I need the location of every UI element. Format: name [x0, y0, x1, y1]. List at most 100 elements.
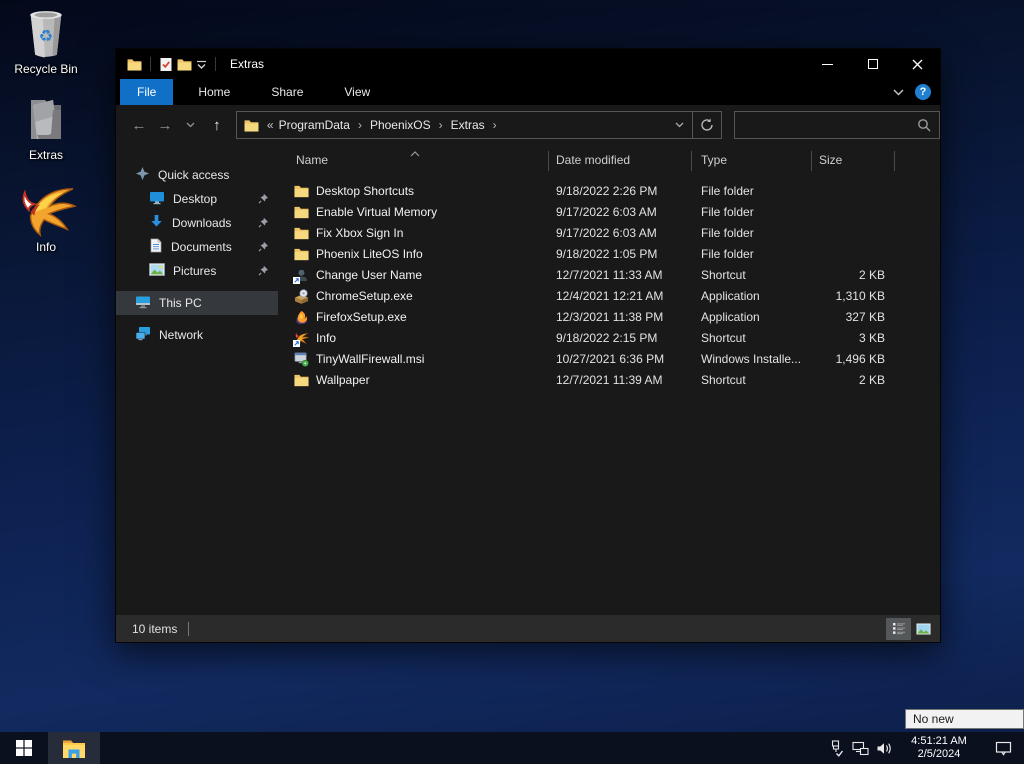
file-row[interactable]: Fix Xbox Sign In 9/17/2022 6:03 AM File …: [278, 223, 940, 244]
refresh-icon: [700, 118, 714, 132]
close-button[interactable]: [895, 49, 940, 79]
address-folder-icon: [244, 119, 259, 132]
tab-label: Share: [271, 85, 303, 99]
desktop-icon-extras[interactable]: Extras: [0, 94, 92, 162]
search-input[interactable]: [735, 118, 917, 132]
file-name: Change User Name: [316, 265, 544, 286]
breadcrumb-prefix[interactable]: «: [265, 118, 276, 132]
action-center-button[interactable]: [982, 732, 1024, 764]
address-dropdown-chevron-icon[interactable]: [666, 122, 692, 128]
refresh-button[interactable]: [693, 118, 721, 132]
file-row[interactable]: FirefoxSetup.exe 12/3/2021 11:38 PM Appl…: [278, 307, 940, 328]
column-header-date-modified[interactable]: Date modified: [556, 153, 630, 167]
column-divider[interactable]: [548, 151, 549, 171]
minimize-icon: [822, 64, 833, 65]
sidebar-item-documents[interactable]: Documents: [116, 235, 278, 259]
star-icon: [135, 166, 150, 184]
windows-logo-icon: [16, 740, 32, 756]
user-shortcut-icon: [294, 268, 309, 283]
file-row[interactable]: TinyWallFirewall.msi 10/27/2021 6:36 PM …: [278, 349, 940, 370]
file-row[interactable]: Change User Name 12/7/2021 11:33 AM Shor…: [278, 265, 940, 286]
tab-label: Home: [198, 85, 230, 99]
tab-label: File: [137, 85, 156, 99]
file-row[interactable]: Phoenix LiteOS Info 9/18/2022 1:05 PM Fi…: [278, 244, 940, 265]
desktop-icon: [149, 190, 165, 208]
sidebar-item-downloads[interactable]: Downloads: [116, 211, 278, 235]
pin-icon: [258, 241, 269, 255]
file-name: ChromeSetup.exe: [316, 286, 544, 307]
file-size: 2 KB: [811, 370, 885, 391]
file-size: 2 KB: [811, 265, 885, 286]
address-bar[interactable]: « ProgramData › PhoenixOS › Extras ›: [236, 111, 722, 139]
thumbnail-view-button[interactable]: [911, 618, 936, 640]
folder-icon: [294, 205, 309, 220]
maximize-button[interactable]: [850, 49, 895, 79]
sidebar-item-pictures[interactable]: Pictures: [116, 259, 278, 283]
breadcrumb-extras[interactable]: Extras: [448, 118, 488, 132]
details-view-button[interactable]: [886, 618, 911, 640]
search-icon[interactable]: [917, 118, 931, 132]
column-header-name[interactable]: Name: [296, 153, 328, 167]
sidebar-item-this-pc[interactable]: This PC: [116, 291, 278, 315]
tab-home[interactable]: Home: [181, 79, 247, 105]
sidebar-item-label: Quick access: [158, 168, 229, 182]
start-button[interactable]: [0, 732, 48, 764]
qat-customize-chevron-icon[interactable]: [196, 60, 207, 69]
forward-button[interactable]: →: [152, 112, 178, 138]
tab-view[interactable]: View: [327, 79, 387, 105]
ribbon-collapse-chevron-icon[interactable]: [893, 85, 904, 99]
folder-icon: [294, 184, 309, 199]
tab-file[interactable]: File: [120, 79, 173, 105]
file-size: 3 KB: [811, 328, 885, 349]
items-count: 10 items: [132, 622, 177, 636]
qat-properties-icon[interactable]: [159, 57, 173, 72]
file-type: Application: [701, 307, 809, 328]
volume-icon[interactable]: [872, 732, 896, 764]
sidebar-item-network[interactable]: Network: [116, 323, 278, 347]
minimize-button[interactable]: [805, 49, 850, 79]
back-button[interactable]: ←: [126, 112, 152, 138]
tab-share[interactable]: Share: [254, 79, 320, 105]
column-divider[interactable]: [691, 151, 692, 171]
sidebar-item-desktop[interactable]: Desktop: [116, 187, 278, 211]
address-bar-row: ← → ↑ « ProgramData › PhoenixOS › Extras…: [116, 105, 940, 145]
help-label: ?: [920, 86, 927, 98]
column-divider[interactable]: [811, 151, 812, 171]
file-row[interactable]: Desktop Shortcuts 9/18/2022 2:26 PM File…: [278, 181, 940, 202]
file-date: 10/27/2021 6:36 PM: [556, 349, 688, 370]
computer-icon: [135, 294, 151, 312]
network-status-icon[interactable]: [848, 732, 872, 764]
phoenix-wing-icon: [0, 182, 92, 238]
column-divider[interactable]: [894, 151, 895, 171]
navigation-pane: Quick access Desktop Downloads: [116, 145, 278, 614]
desktop-icon-recycle-bin[interactable]: ♻ Recycle Bin: [0, 8, 92, 76]
desktop-icon-info[interactable]: Info: [0, 182, 92, 254]
qat-new-folder-icon[interactable]: [177, 58, 192, 71]
file-date: 9/18/2022 1:05 PM: [556, 244, 688, 265]
up-button[interactable]: ↑: [204, 112, 230, 138]
sidebar-item-quick-access[interactable]: Quick access: [116, 163, 278, 187]
file-type: Shortcut: [701, 328, 809, 349]
recent-locations-chevron-icon[interactable]: [178, 112, 204, 138]
breadcrumb-phoenixos[interactable]: PhoenixOS: [367, 118, 434, 132]
file-row[interactable]: Info 9/18/2022 2:15 PM Shortcut 3 KB: [278, 328, 940, 349]
breadcrumb-separator-icon[interactable]: ›: [353, 118, 367, 132]
column-header-size[interactable]: Size: [819, 153, 842, 167]
file-row[interactable]: Wallpaper 12/7/2021 11:39 AM Shortcut 2 …: [278, 370, 940, 391]
file-row[interactable]: Enable Virtual Memory 9/17/2022 6:03 AM …: [278, 202, 940, 223]
sidebar-item-label: Pictures: [173, 264, 216, 278]
recycle-bin-icon: ♻: [0, 8, 92, 60]
file-date: 12/3/2021 11:38 PM: [556, 307, 688, 328]
help-button[interactable]: ?: [915, 84, 931, 100]
pin-icon: [258, 193, 269, 207]
breadcrumb-separator-icon[interactable]: ›: [488, 118, 502, 132]
thumbnail-view-icon: [916, 623, 931, 635]
taskbar-file-explorer-button[interactable]: [48, 732, 100, 764]
breadcrumb-programdata[interactable]: ProgramData: [276, 118, 353, 132]
column-header-type[interactable]: Type: [701, 153, 727, 167]
file-name: Phoenix LiteOS Info: [316, 244, 544, 265]
usb-safely-remove-icon[interactable]: [824, 732, 848, 764]
taskbar-clock[interactable]: 4:51:21 AM 2/5/2024: [896, 735, 982, 761]
breadcrumb-separator-icon[interactable]: ›: [434, 118, 448, 132]
file-row[interactable]: ChromeSetup.exe 12/4/2021 12:21 AM Appli…: [278, 286, 940, 307]
